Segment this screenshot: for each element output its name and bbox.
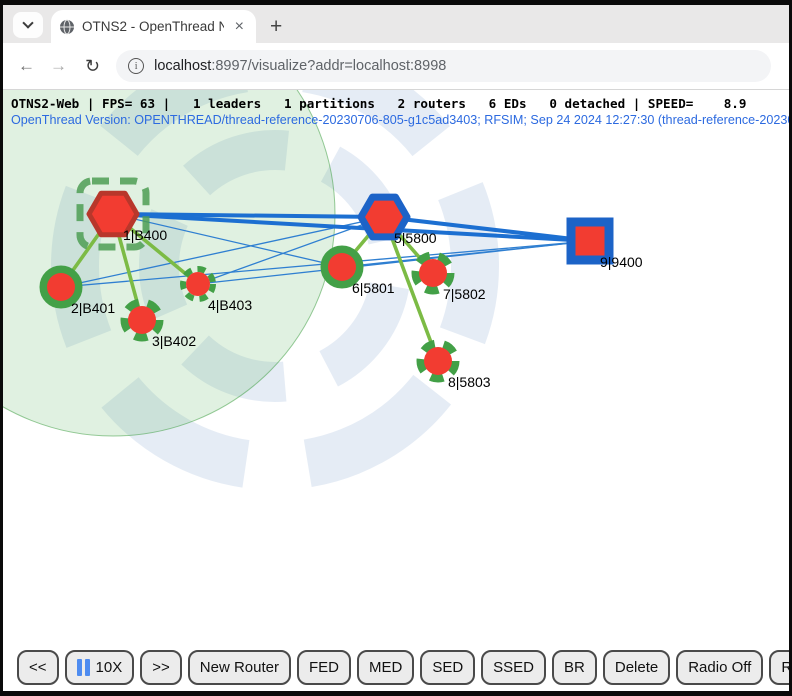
toolbar-button-label: New Router (200, 659, 279, 676)
back-button[interactable]: ← (18, 56, 35, 76)
pause-icon (77, 659, 90, 676)
toolbar-button-label: >> (152, 659, 170, 676)
node-2-B401[interactable] (47, 273, 75, 301)
toolbar-button-label: FED (309, 659, 339, 676)
url-text: localhost:8997/visualize?addr=localhost:… (154, 58, 446, 74)
toolbar-button-radio-on[interactable]: Radio On (769, 650, 789, 685)
toolbar-button-label: BR (564, 659, 585, 676)
node-8-5803[interactable] (424, 347, 452, 375)
toolbar-button-label: Delete (615, 659, 658, 676)
toolbar-button-label: Radio Off (688, 659, 751, 676)
node-1-B400-label: 1|B400 (123, 227, 167, 243)
tab-strip: OTNS2 - OpenThread Ne × + (3, 5, 789, 43)
toolbar-button-label: << (29, 659, 47, 676)
url-host: localhost (154, 58, 211, 74)
node-4-B403-label: 4|B403 (208, 297, 252, 313)
node-4-B403[interactable] (186, 272, 210, 296)
toolbar-button-new-router[interactable]: New Router (188, 650, 291, 685)
toolbar-button-speed-down[interactable]: << (17, 650, 59, 685)
reload-button[interactable]: ↻ (85, 56, 100, 77)
toolbar-button-ssed[interactable]: SSED (481, 650, 546, 685)
node-9-9400-label: 9|9400 (600, 254, 643, 270)
toolbar-button-med[interactable]: MED (357, 650, 414, 685)
network-canvas[interactable]: 1|B400 2|B401 3|B402 4|B403 5|5800 6|5801 7|58… (3, 90, 789, 647)
toolbar-button-delete[interactable]: Delete (603, 650, 670, 685)
toolbar-button-label: 10X (96, 659, 123, 676)
new-tab-button[interactable]: + (270, 16, 282, 37)
node-3-B402[interactable] (128, 306, 156, 334)
url-input[interactable]: i localhost:8997/visualize?addr=localhos… (116, 50, 771, 82)
address-bar-row: ← → ↻ i localhost:8997/visualize?addr=lo… (3, 43, 789, 90)
node-7-5802-label: 7|5802 (443, 286, 486, 302)
openthread-version-line: OpenThread Version: OPENTHREAD/thread-re… (11, 113, 789, 127)
toolbar-button-fed[interactable]: FED (297, 650, 351, 685)
url-path: :8997/visualize?addr=localhost:8998 (211, 58, 446, 74)
toolbar-button-label: SSED (493, 659, 534, 676)
toolbar-button-radio-off[interactable]: Radio Off (676, 650, 763, 685)
toolbar-button-label: Radio On (781, 659, 789, 676)
node-2-B401-label: 2|B401 (71, 300, 115, 316)
site-info-icon[interactable]: i (128, 58, 144, 74)
browser-window: OTNS2 - OpenThread Ne × + ← → ↻ i localh… (0, 0, 792, 696)
node-5-5800-label: 5|5800 (394, 230, 437, 246)
tab-close-icon[interactable]: × (231, 17, 248, 37)
node-3-B402-label: 3|B402 (152, 333, 196, 349)
node-7-5802[interactable] (419, 259, 447, 287)
toolbar-button-speed-up[interactable]: >> (140, 650, 182, 685)
node-6-5801[interactable] (328, 253, 356, 281)
otns-status-line: OTNS2-Web | FPS= 63 | 1 leaders 1 partit… (11, 96, 746, 111)
action-toolbar: << 10X >> New Router FED MED SED SSED BR Delete Ra… (3, 643, 789, 691)
globe-icon (59, 19, 75, 35)
tab-otns2[interactable]: OTNS2 - OpenThread Ne × (51, 10, 256, 43)
tab-search-button[interactable] (13, 12, 43, 38)
otns-page: OTNS2-Web | FPS= 63 | 1 leaders 1 partit… (3, 90, 789, 691)
chevron-down-icon (22, 17, 33, 28)
toolbar-button-sed[interactable]: SED (420, 650, 475, 685)
toolbar-button-speed[interactable]: 10X (65, 650, 135, 685)
toolbar-button-label: SED (432, 659, 463, 676)
toolbar-button-br[interactable]: BR (552, 650, 597, 685)
node-8-5803-label: 8|5803 (448, 374, 491, 390)
toolbar-button-label: MED (369, 659, 402, 676)
forward-button[interactable]: → (50, 56, 67, 76)
node-6-5801-label: 6|5801 (352, 280, 395, 296)
tab-title: OTNS2 - OpenThread Ne (82, 19, 224, 34)
